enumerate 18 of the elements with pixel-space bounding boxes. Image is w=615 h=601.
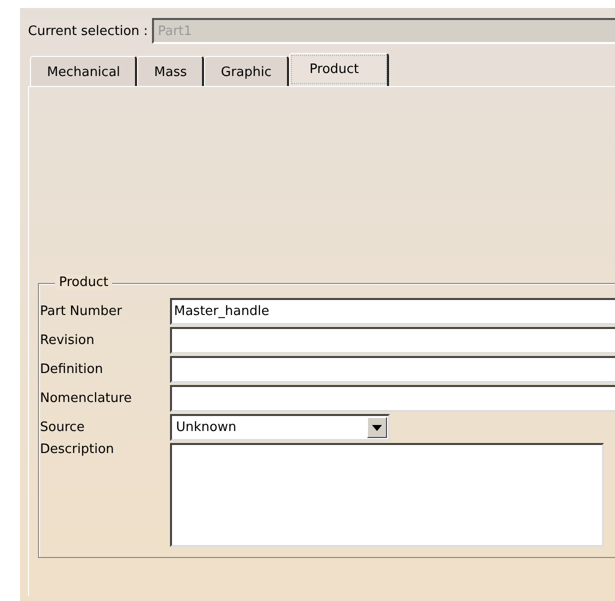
- field-label: Definition: [40, 362, 104, 377]
- source-dropdown[interactable]: Unknown: [170, 414, 390, 441]
- text-field[interactable]: [170, 356, 615, 383]
- field-label: Source: [40, 420, 86, 435]
- field-label: Nomenclature: [40, 391, 133, 406]
- field-label: Part Number: [40, 304, 124, 319]
- field-label: Revision: [40, 333, 96, 348]
- tab[interactable]: Product: [288, 53, 389, 86]
- text-field[interactable]: [170, 385, 615, 412]
- tab[interactable]: Mass: [137, 56, 204, 86]
- group-title: Product: [55, 275, 112, 291]
- current-selection-label: Current selection :: [28, 24, 148, 38]
- tab[interactable]: Graphic: [204, 56, 289, 86]
- description-field[interactable]: [170, 443, 604, 547]
- field-label: Description: [40, 442, 116, 457]
- text-field[interactable]: Master_handle: [170, 298, 615, 325]
- text-field[interactable]: [170, 327, 615, 354]
- tab[interactable]: Mechanical: [30, 56, 138, 86]
